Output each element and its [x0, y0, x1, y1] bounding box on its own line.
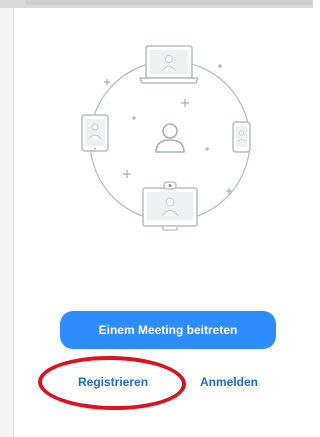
top-strip-inner: [26, 0, 313, 5]
top-strip: [0, 0, 313, 8]
tablet-icon: [81, 114, 109, 152]
register-link[interactable]: Registrieren: [78, 375, 148, 389]
person-icon: [155, 123, 185, 153]
join-meeting-button[interactable]: Einem Meeting beitreten: [60, 311, 276, 349]
phone-icon: [232, 121, 251, 153]
devices-connected-illustration: [81, 45, 251, 231]
laptop-icon: [138, 45, 200, 84]
room-display-icon: [142, 181, 198, 231]
signin-link[interactable]: Anmelden: [200, 375, 258, 389]
left-edge-divider: [13, 8, 14, 437]
left-edge: [0, 8, 13, 437]
